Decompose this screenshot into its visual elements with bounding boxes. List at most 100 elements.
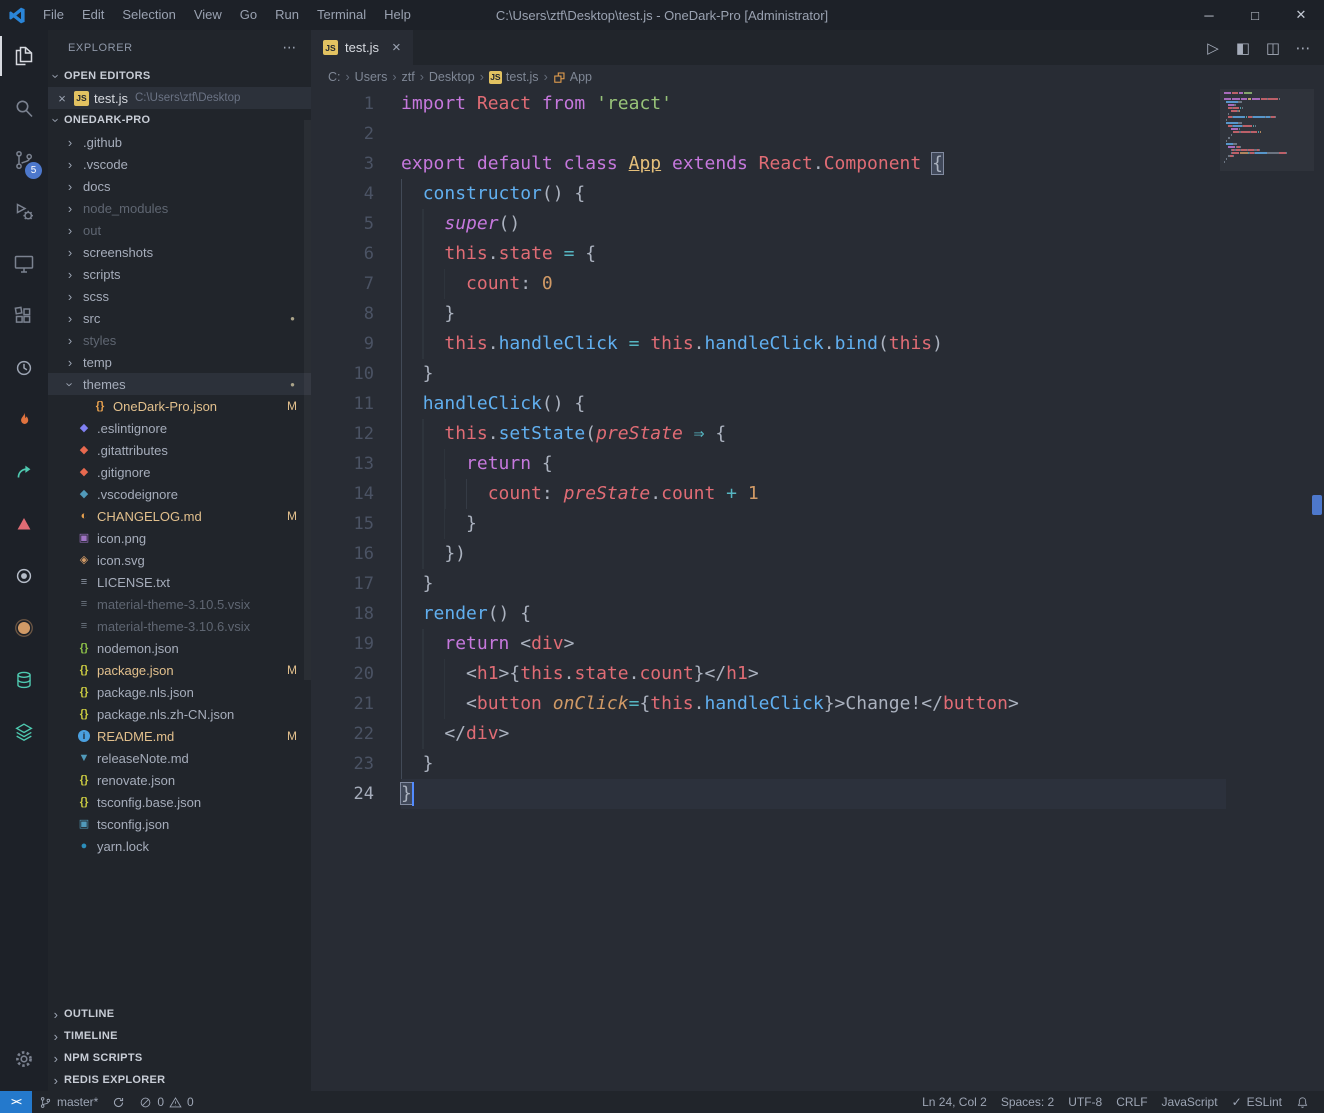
code-line-content[interactable]: constructor() { [401,179,1226,209]
tree-item-license-txt[interactable]: ≡LICENSE.txt [48,571,311,593]
database-extension-button[interactable] [0,654,48,706]
tree-item-package-nls-json[interactable]: {}package.nls.json [48,681,311,703]
tree-item-scss[interactable]: ›scss [48,285,311,307]
tree-item-eslintignore[interactable]: ◆.eslintignore [48,417,311,439]
eslint-indicator[interactable]: ✓ ESLint [1225,1091,1289,1113]
tree-item-out[interactable]: ›out [48,219,311,241]
triangle-extension-button[interactable] [0,498,48,550]
settings-gear-button[interactable] [0,1033,48,1085]
tree-item-vscode[interactable]: ›.vscode [48,153,311,175]
code-line-content[interactable]: } [401,299,1226,329]
menu-edit[interactable]: Edit [73,0,113,30]
breadcrumb-users[interactable]: Users [355,70,388,84]
code-line-content[interactable]: } [401,509,1226,539]
clock-extension-button[interactable] [0,342,48,394]
code-line-content[interactable]: super() [401,209,1226,239]
tree-item-themes[interactable]: ›themes● [48,373,311,395]
menu-selection[interactable]: Selection [113,0,184,30]
code-line-content[interactable]: count: 0 [401,269,1226,299]
close-button[interactable]: ✕ [1278,0,1324,30]
tree-item-tsconfig-base-json[interactable]: {}tsconfig.base.json [48,791,311,813]
run-debug-button[interactable] [0,186,48,238]
layers-extension-button[interactable] [0,706,48,758]
breadcrumb-app[interactable]: App [553,70,592,84]
code-line-content[interactable]: export default class App extends React.C… [401,149,1226,179]
code-line-content[interactable]: this.handleClick = this.handleClick.bind… [401,329,1226,359]
tree-item-material-theme-3-10-6-vsix[interactable]: ≡material-theme-3.10.6.vsix [48,615,311,637]
views-more-actions-icon[interactable]: ⋯ [282,39,297,56]
code-line-content[interactable]: } [401,569,1226,599]
code-line-content[interactable]: return { [401,449,1226,479]
run-button[interactable]: ▷ [1198,30,1228,65]
flame-extension-button[interactable] [0,394,48,446]
code-line-content[interactable]: } [401,359,1226,389]
tab-test-js[interactable]: JS test.js × [311,30,413,65]
tree-item-icon-svg[interactable]: ◈icon.svg [48,549,311,571]
notifications-button[interactable] [1289,1091,1316,1113]
tree-item-scripts[interactable]: ›scripts [48,263,311,285]
tree-item-github[interactable]: ›.github [48,131,311,153]
code-line-content[interactable]: } [401,749,1226,779]
breadcrumb-ztf[interactable]: ztf [402,70,415,84]
remote-indicator[interactable]: >< [0,1091,32,1113]
tree-item-gitattributes[interactable]: ◆.gitattributes [48,439,311,461]
git-branch-indicator[interactable]: master* [32,1091,105,1113]
source-control-button[interactable]: 5 [0,134,48,186]
encoding-indicator[interactable]: UTF-8 [1061,1091,1109,1113]
code-line-content[interactable]: import React from 'react' [401,89,1226,119]
menu-file[interactable]: File [34,0,73,30]
folder-section[interactable]: › ONEDARK-PRO [48,109,311,131]
code-line-content[interactable]: return <div> [401,629,1226,659]
tree-item-gitignore[interactable]: ◆.gitignore [48,461,311,483]
tree-item-releasenote-md[interactable]: ▼releaseNote.md [48,747,311,769]
code-line-content[interactable]: this.state = { [401,239,1226,269]
breadcrumb-c[interactable]: C: [328,70,341,84]
remote-explorer-button[interactable] [0,238,48,290]
tree-item-icon-png[interactable]: ▣icon.png [48,527,311,549]
split-editor-button[interactable]: ◫ [1258,30,1288,65]
section-redis-explorer[interactable]: ›REDIS EXPLORER [48,1069,311,1091]
code-line-content[interactable]: render() { [401,599,1226,629]
tree-item-src[interactable]: ›src● [48,307,311,329]
search-button[interactable] [0,82,48,134]
tree-item-yarn-lock[interactable]: ●yarn.lock [48,835,311,857]
minimize-button[interactable]: ─ [1186,0,1232,30]
maximize-button[interactable]: □ [1232,0,1278,30]
tree-item-readme-md[interactable]: iREADME.mdM [48,725,311,747]
code-editor[interactable]: 1import React from 'react'23export defau… [311,89,1324,1091]
menu-help[interactable]: Help [375,0,420,30]
section-timeline[interactable]: ›TIMELINE [48,1025,311,1047]
tree-item-docs[interactable]: ›docs [48,175,311,197]
code-line-content[interactable]: <button onClick={this.handleClick}>Chang… [401,689,1226,719]
code-line-content[interactable] [401,119,1226,149]
tree-item-package-json[interactable]: {}package.jsonM [48,659,311,681]
tree-item-changelog-md[interactable]: ◐CHANGELOG.mdM [48,505,311,527]
menu-run[interactable]: Run [266,0,308,30]
open-editors-section[interactable]: › OPEN EDITORS [48,65,311,87]
explorer-button[interactable] [0,30,48,82]
open-editor-test-js[interactable]: ×JStest.jsC:\Users\ztf\Desktop [48,87,311,109]
tree-item-material-theme-3-10-5-vsix[interactable]: ≡material-theme-3.10.5.vsix [48,593,311,615]
sync-button[interactable] [105,1091,132,1113]
section-npm-scripts[interactable]: ›NPM SCRIPTS [48,1047,311,1069]
eol-indicator[interactable]: CRLF [1109,1091,1154,1113]
close-editor-icon[interactable]: × [54,91,70,106]
code-line-content[interactable]: count: preState.count + 1 [401,479,1226,509]
dot-circle-extension-button[interactable] [0,602,48,654]
tree-item-tsconfig-json[interactable]: ▣tsconfig.json [48,813,311,835]
tree-item-renovate-json[interactable]: {}renovate.json [48,769,311,791]
minimap[interactable] [1224,92,1310,164]
arrow-curve-extension-button[interactable] [0,446,48,498]
breadcrumb-desktop[interactable]: Desktop [429,70,475,84]
breadcrumb-test-js[interactable]: JStest.js [489,70,539,84]
open-changes-button[interactable]: ◧ [1228,30,1258,65]
code-line-content[interactable]: this.setState(preState ⇒ { [401,419,1226,449]
overview-ruler[interactable] [1310,89,1324,1091]
code-line-content[interactable]: } [401,779,1226,809]
code-line-content[interactable]: }) [401,539,1226,569]
tree-item-node-modules[interactable]: ›node_modules [48,197,311,219]
menu-terminal[interactable]: Terminal [308,0,375,30]
tree-item-onedark-pro-json[interactable]: {}OneDark-Pro.jsonM [48,395,311,417]
sidebar-scrollbar[interactable] [304,120,311,680]
more-actions-button[interactable]: ⋯ [1288,30,1318,65]
